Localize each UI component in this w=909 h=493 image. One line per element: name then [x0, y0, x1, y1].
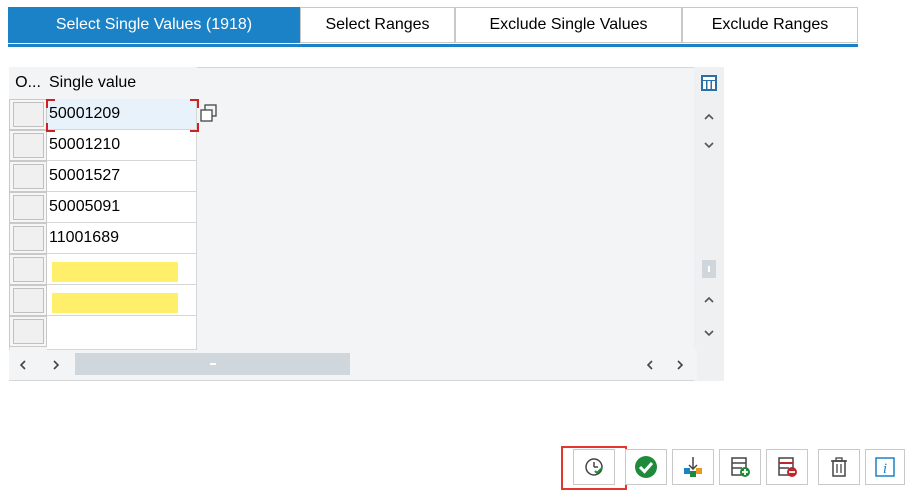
row-selector[interactable] — [9, 254, 47, 285]
chevron-left-icon[interactable] — [13, 353, 33, 377]
column-settings-icon[interactable] — [694, 71, 724, 95]
chevron-down-icon[interactable] — [694, 133, 724, 157]
trash-icon[interactable] — [818, 449, 860, 485]
horizontal-scrollbar-thumb[interactable] — [75, 353, 350, 375]
info-icon[interactable]: i — [865, 449, 905, 485]
chevron-down-icon[interactable] — [694, 321, 724, 345]
single-value-cell[interactable]: 11001689 — [47, 223, 197, 254]
multiple-selection-icon[interactable] — [672, 449, 714, 485]
confirm-check-icon[interactable] — [625, 449, 667, 485]
chevron-up-icon[interactable] — [694, 288, 724, 312]
chevron-up-icon[interactable] — [694, 105, 724, 129]
single-value-cell[interactable] — [47, 316, 197, 350]
column-header-single-value[interactable]: Single value — [47, 67, 197, 99]
row-selector[interactable] — [9, 316, 47, 347]
required-input-field[interactable] — [52, 293, 178, 313]
tab-select-single-values[interactable]: Select Single Values (1918) — [8, 7, 300, 43]
tab-select-ranges[interactable]: Select Ranges — [300, 7, 455, 43]
row-selector[interactable] — [9, 223, 47, 254]
tab-strip: Select Single Values (1918) Select Range… — [8, 7, 858, 47]
focus-corner — [46, 99, 55, 108]
row-selector[interactable] — [9, 161, 47, 192]
svg-text:i: i — [883, 461, 887, 477]
column-header-option[interactable]: O... — [9, 67, 47, 99]
tab-underline — [8, 44, 858, 47]
chevron-left-icon[interactable] — [640, 353, 660, 377]
insert-row-icon[interactable] — [719, 449, 761, 485]
row-selector[interactable] — [9, 285, 47, 316]
focus-corner — [190, 99, 199, 108]
single-value-cell[interactable]: 50001209 — [47, 99, 197, 130]
row-selector[interactable] — [9, 99, 47, 130]
selection-dialog: Select Single Values (1918) Select Range… — [0, 0, 909, 493]
single-value-cell[interactable]: 50005091 — [47, 192, 197, 223]
single-value-cell[interactable]: 50001210 — [47, 130, 197, 161]
copy-icon[interactable] — [199, 103, 219, 123]
delete-row-icon[interactable] — [766, 449, 808, 485]
tab-exclude-single-values[interactable]: Exclude Single Values — [455, 7, 682, 43]
tab-exclude-ranges[interactable]: Exclude Ranges — [682, 7, 858, 43]
vertical-scrollbar[interactable] — [694, 67, 724, 381]
scrollbar-thumb[interactable] — [702, 260, 716, 278]
required-input-field[interactable] — [52, 262, 178, 282]
row-selector[interactable] — [9, 130, 47, 161]
single-value-cell[interactable]: 50001527 — [47, 161, 197, 192]
focus-corner — [46, 123, 55, 132]
chevron-right-icon[interactable] — [670, 353, 690, 377]
row-selector[interactable] — [9, 192, 47, 223]
focus-corner — [190, 123, 199, 132]
chevron-right-icon[interactable] — [46, 353, 66, 377]
execute-history-icon[interactable] — [573, 449, 615, 485]
